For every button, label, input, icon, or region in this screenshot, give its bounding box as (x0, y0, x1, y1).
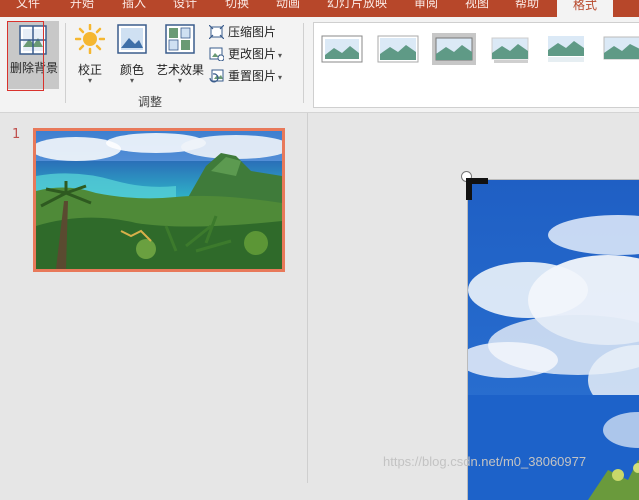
slide-editing-canvas (308, 113, 639, 500)
tab-home[interactable]: 开始 (70, 0, 94, 14)
artistic-effects-button[interactable]: 艺术效果 ▾ (152, 21, 208, 91)
tab-slideshow[interactable]: 幻灯片放映 (327, 0, 387, 14)
picture-style-preview-icon (377, 35, 419, 63)
picture-style-preview-icon (321, 35, 363, 63)
picture-style-6[interactable] (600, 33, 639, 65)
compress-icon (209, 25, 224, 39)
tab-transitions[interactable]: 切换 (225, 0, 249, 14)
slide-thumbnail[interactable] (33, 128, 285, 272)
picture-style-preview-icon (491, 37, 529, 63)
tab-help[interactable]: 帮助 (515, 0, 539, 14)
reset-picture-icon (209, 69, 224, 83)
change-picture-icon (209, 47, 224, 61)
tab-view[interactable]: 视图 (465, 0, 489, 14)
selection-highlight (7, 21, 44, 91)
slide-thumbnail-pane: 1 (0, 113, 307, 483)
tab-format[interactable]: 格式 (557, 0, 614, 17)
change-picture-text: 更改图片 (228, 47, 277, 61)
reset-picture-label: 重置图片 ▾ (228, 66, 282, 88)
tab-insert[interactable]: 插入 (122, 0, 146, 14)
picture-style-preview-icon (548, 36, 584, 62)
picture-style-5[interactable] (544, 33, 588, 65)
artistic-effects-icon (165, 24, 195, 54)
chevron-down-icon: ▾ (177, 76, 182, 85)
picture-style-3[interactable] (432, 33, 476, 65)
landscape-photo (36, 131, 282, 269)
picture-styles-gallery (313, 22, 639, 108)
picture-style-4[interactable] (488, 33, 532, 65)
slide-number: 1 (12, 127, 21, 142)
adjust-group-label: 调整 (138, 95, 163, 109)
picture-color-icon (117, 24, 147, 54)
reset-picture-text: 重置图片 (228, 69, 277, 83)
selected-picture[interactable] (467, 179, 639, 500)
picture-style-1[interactable] (320, 33, 364, 65)
ribbon: 删除背景 校正 ▾ 颜色 ▾ 艺术效果 ▾ 压缩图片 更改图片 ▾ 重置图片 ▾… (0, 17, 639, 113)
tab-design[interactable]: 设计 (173, 0, 197, 14)
divider (303, 23, 304, 103)
sun-icon (75, 24, 105, 54)
picture-style-preview-icon (435, 37, 473, 61)
tab-animations[interactable]: 动画 (276, 0, 300, 14)
change-picture-label: 更改图片 ▾ (228, 44, 282, 66)
compress-pictures-label: 压缩图片 (228, 25, 277, 39)
picture-style-preview-icon (603, 36, 639, 60)
crop-handle-top-left[interactable] (466, 178, 488, 200)
chevron-down-icon: ▾ (278, 73, 283, 82)
landscape-photo-large (468, 180, 639, 500)
tab-review[interactable]: 审阅 (414, 0, 438, 14)
chevron-down-icon: ▾ (278, 51, 283, 60)
watermark-text: https://blog.csdn.net/m0_38060977 (383, 454, 587, 469)
picture-style-2[interactable] (376, 33, 420, 65)
tab-file[interactable]: 文件 (16, 0, 40, 14)
ribbon-tab-bar: 文件 开始 插入 设计 切换 动画 幻灯片放映 审阅 视图 帮助 格式 (0, 0, 639, 17)
